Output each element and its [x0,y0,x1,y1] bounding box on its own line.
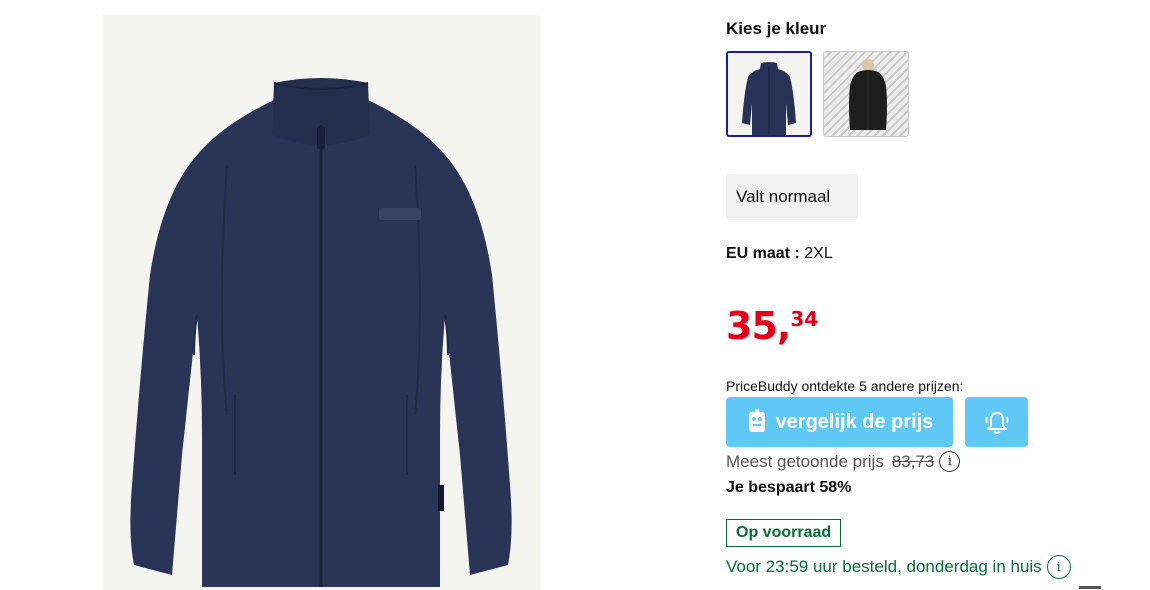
pricebuddy-mascot-icon [748,409,765,432]
size-value: 2XL [804,245,833,262]
delivery-info-icon[interactable]: i [1046,555,1071,579]
jacket-illustration [130,78,512,587]
size-info: EU maat : 2XL [726,245,833,263]
scroll-indicator [1079,586,1101,589]
info-icon[interactable]: i [939,451,961,472]
price: 35,34 [726,302,818,350]
size-label: EU maat : [726,245,800,262]
bell-icon [985,412,1008,434]
compare-price-button[interactable]: vergelijk de prijs [726,397,953,447]
swatch-black-thumbnail [849,59,887,130]
compare-price-label: vergelijk de prijs [775,410,934,433]
reference-price-value: 83,73 [891,451,935,471]
color-picker-title: Kies je kleur [726,19,827,38]
savings-text: Je bespaart 58% [726,479,852,496]
reference-price-label: Meest getoonde prijs [726,451,884,471]
delivery-info: Voor 23:59 uur besteld, donderdag in hui… [726,555,1071,579]
product-image [102,15,540,590]
color-swatch-navy[interactable] [726,51,812,137]
delivery-text: Voor 23:59 uur besteld, donderdag in hui… [726,557,1042,576]
color-swatch-black[interactable] [823,51,909,137]
reference-price: Meest getoonde prijs 83,73 i [726,451,961,472]
pricebuddy-text: PriceBuddy ontdekte 5 andere prijzen: [726,378,964,394]
price-alert-button[interactable] [965,397,1028,447]
stock-badge: Op voorraad [726,519,842,547]
price-cents: 34 [790,307,819,331]
price-euros: 35, [726,304,791,348]
fit-badge: Valt normaal [726,174,858,220]
swatch-navy-thumbnail [728,53,810,135]
